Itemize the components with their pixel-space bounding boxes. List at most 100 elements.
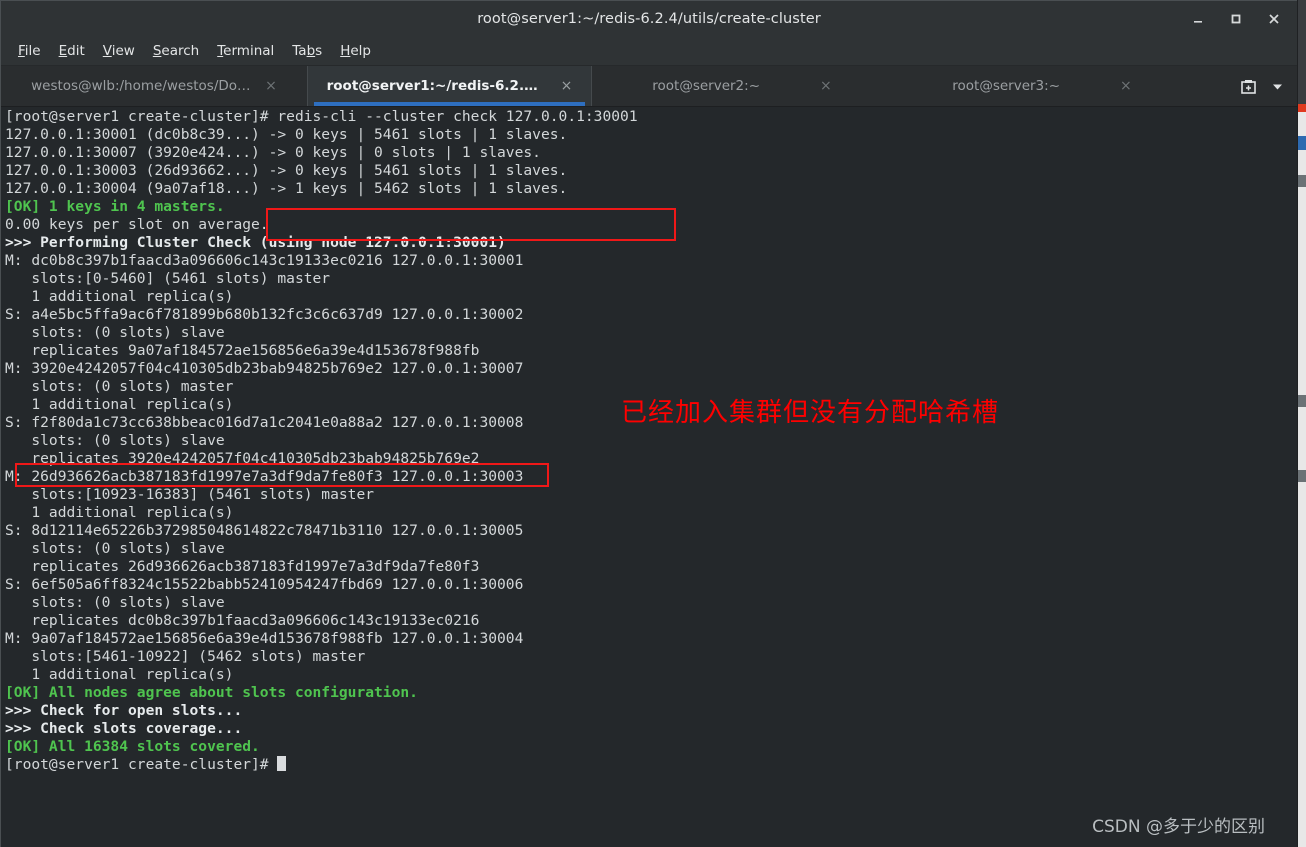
terminal-text: slots:[5461-10922] (5462 slots) master	[5, 648, 366, 665]
terminal-text: M: 3920e4242057f04c410305db23bab94825b76…	[5, 360, 524, 377]
terminal-text: S: 8d12114e65226b372985048614822c78471b3…	[5, 522, 524, 539]
terminal-text: 127.0.0.1:30004 (9a07af18...) -> 1 keys …	[5, 180, 568, 197]
terminal-line: 127.0.0.1:30004 (9a07af18...) -> 1 keys …	[5, 180, 638, 198]
menu-item-file[interactable]: File	[9, 41, 50, 61]
terminal-text: M: 9a07af184572ae156856e6a39e4d153678f98…	[5, 630, 524, 647]
maximize-button[interactable]	[1217, 4, 1255, 34]
terminal-line: >>> Check slots coverage...	[5, 720, 638, 738]
terminal-line: S: 8d12114e65226b372985048614822c78471b3…	[5, 522, 638, 540]
close-icon[interactable]: ×	[820, 79, 832, 93]
screenshot-root: root@server1:~/redis-6.2.4/utils/create-…	[0, 0, 1306, 847]
close-icon[interactable]: ×	[561, 79, 573, 93]
terminal-body[interactable]: [root@server1 create-cluster]# redis-cli…	[1, 107, 1297, 847]
terminal-line: 1 additional replica(s)	[5, 666, 638, 684]
terminal-text: 1 additional replica(s)	[5, 666, 234, 683]
tab-westos-downloads[interactable]: westos@wlb:/home/westos/Dow... ×	[1, 66, 307, 106]
terminal-line: 1 additional replica(s)	[5, 504, 638, 522]
background-window-mark-2	[1298, 395, 1306, 407]
terminal-line: replicates dc0b8c397b1faacd3a096606c143c…	[5, 612, 638, 630]
terminal-line: 1 additional replica(s)	[5, 396, 638, 414]
terminal-line: slots: (0 slots) slave	[5, 324, 638, 342]
close-icon[interactable]: ×	[1120, 79, 1132, 93]
terminal-line: M: dc0b8c397b1faacd3a096606c143c19133ec0…	[5, 252, 638, 270]
terminal-status-text: >>> Check for open slots...	[5, 702, 243, 719]
terminal-text: M: dc0b8c397b1faacd3a096606c143c19133ec0…	[5, 252, 524, 269]
terminal-line: replicates 26d936626acb387183fd1997e7a3d…	[5, 558, 638, 576]
terminal-line: [OK] 1 keys in 4 masters.	[5, 198, 638, 216]
terminal-ok-text: [OK] All 16384 slots covered.	[5, 738, 260, 755]
chinese-annotation: 已经加入集群但没有分配哈希槽	[621, 398, 1000, 428]
terminal-text: 127.0.0.1:30003 (26d93662...) -> 0 keys …	[5, 162, 568, 179]
terminal-line: 1 additional replica(s)	[5, 288, 638, 306]
tab-bar-actions	[1233, 66, 1297, 106]
terminal-line: S: a4e5bc5ffa9ac6f781899b680b132fc3c6c63…	[5, 306, 638, 324]
tab-label: root@server3:~	[952, 78, 1060, 94]
terminal-status-text: >>> Performing Cluster Check (using node…	[5, 234, 506, 251]
menu-item-help[interactable]: Help	[331, 41, 380, 61]
terminal-line: >>> Performing Cluster Check (using node…	[5, 234, 638, 252]
title-bar[interactable]: root@server1:~/redis-6.2.4/utils/create-…	[1, 1, 1297, 37]
terminal-cursor	[277, 756, 287, 771]
terminal-line: M: 26d936626acb387183fd1997e7a3df9da7fe8…	[5, 468, 638, 486]
terminal-line: slots:[10923-16383] (5461 slots) master	[5, 486, 638, 504]
close-button[interactable]	[1255, 4, 1293, 34]
tab-bar: westos@wlb:/home/westos/Dow... × root@se…	[1, 66, 1297, 107]
terminal-text: 1 additional replica(s)	[5, 396, 234, 413]
terminal-text: 1 additional replica(s)	[5, 288, 234, 305]
tab-label: root@server2:~	[652, 78, 760, 94]
terminal-line: slots: (0 slots) slave	[5, 432, 638, 450]
terminal-output: [root@server1 create-cluster]# redis-cli…	[5, 108, 638, 774]
terminal-line: slots:[5461-10922] (5462 slots) master	[5, 648, 638, 666]
new-tab-icon[interactable]	[1233, 71, 1263, 101]
chevron-down-icon[interactable]	[1263, 71, 1291, 101]
menu-item-view[interactable]: View	[94, 41, 144, 61]
terminal-line: slots:[0-5460] (5461 slots) master	[5, 270, 638, 288]
terminal-line: replicates 3920e4242057f04c410305db23bab…	[5, 450, 638, 468]
terminal-window: root@server1:~/redis-6.2.4/utils/create-…	[0, 0, 1297, 847]
window-title: root@server1:~/redis-6.2.4/utils/create-…	[477, 11, 821, 27]
terminal-line: [root@server1 create-cluster]# redis-cli…	[5, 108, 638, 126]
tab-server1-create-cluster[interactable]: root@server1:~/redis-6.2.4/utils/c... ×	[307, 66, 592, 106]
terminal-text: S: 6ef505a6ff8324c15522babb52410954247fb…	[5, 576, 524, 593]
terminal-text: 1 additional replica(s)	[5, 504, 234, 521]
terminal-text: slots: (0 slots) slave	[5, 594, 225, 611]
terminal-text: M: 26d936626acb387183fd1997e7a3df9da7fe8…	[5, 468, 524, 485]
menu-item-terminal[interactable]: Terminal	[208, 41, 283, 61]
terminal-line: 0.00 keys per slot on average.	[5, 216, 638, 234]
terminal-line: M: 3920e4242057f04c410305db23bab94825b76…	[5, 360, 638, 378]
terminal-command-line: [root@server1 create-cluster]# redis-cli…	[5, 108, 638, 125]
minimize-button[interactable]	[1179, 4, 1217, 34]
close-icon[interactable]: ×	[265, 79, 277, 93]
terminal-text: 127.0.0.1:30007 (3920e424...) -> 0 keys …	[5, 144, 541, 161]
menu-item-tabs[interactable]: Tabs	[283, 41, 331, 61]
terminal-text: replicates 26d936626acb387183fd1997e7a3d…	[5, 558, 480, 575]
window-controls	[1179, 1, 1293, 37]
terminal-text: 127.0.0.1:30001 (dc0b8c39...) -> 0 keys …	[5, 126, 568, 143]
menu-item-edit[interactable]: Edit	[50, 41, 94, 61]
background-window-panel	[1298, 0, 1306, 847]
terminal-text: replicates 9a07af184572ae156856e6a39e4d1…	[5, 342, 480, 359]
terminal-line: slots: (0 slots) slave	[5, 594, 638, 612]
active-tab-indicator	[314, 102, 585, 106]
terminal-line: slots: (0 slots) master	[5, 378, 638, 396]
terminal-line: [OK] All 16384 slots covered.	[5, 738, 638, 756]
background-window-panel-header	[1298, 0, 1306, 108]
terminal-status-text: >>> Check slots coverage...	[5, 720, 243, 737]
tab-label: root@server1:~/redis-6.2.4/utils/c...	[326, 78, 547, 94]
terminal-text: S: a4e5bc5ffa9ac6f781899b680b132fc3c6c63…	[5, 306, 524, 323]
terminal-text: slots: (0 slots) slave	[5, 432, 225, 449]
terminal-text: replicates 3920e4242057f04c410305db23bab…	[5, 450, 480, 467]
terminal-line: [OK] All nodes agree about slots configu…	[5, 684, 638, 702]
background-window-blue-marker	[1298, 136, 1306, 150]
terminal-line: slots: (0 slots) slave	[5, 540, 638, 558]
tab-server3[interactable]: root@server3:~ ×	[892, 66, 1192, 106]
terminal-text: replicates dc0b8c397b1faacd3a096606c143c…	[5, 612, 480, 629]
tab-server2[interactable]: root@server2:~ ×	[592, 66, 892, 106]
terminal-line: 127.0.0.1:30003 (26d93662...) -> 0 keys …	[5, 162, 638, 180]
csdn-watermark: CSDN @多于少的区别	[1092, 817, 1265, 837]
background-window-mark-1	[1298, 175, 1306, 187]
terminal-line: S: f2f80da1c73cc638bbeac016d7a1c2041e0a8…	[5, 414, 638, 432]
terminal-line: 127.0.0.1:30001 (dc0b8c39...) -> 0 keys …	[5, 126, 638, 144]
terminal-text: slots: (0 slots) master	[5, 378, 234, 395]
menu-item-search[interactable]: Search	[144, 41, 208, 61]
